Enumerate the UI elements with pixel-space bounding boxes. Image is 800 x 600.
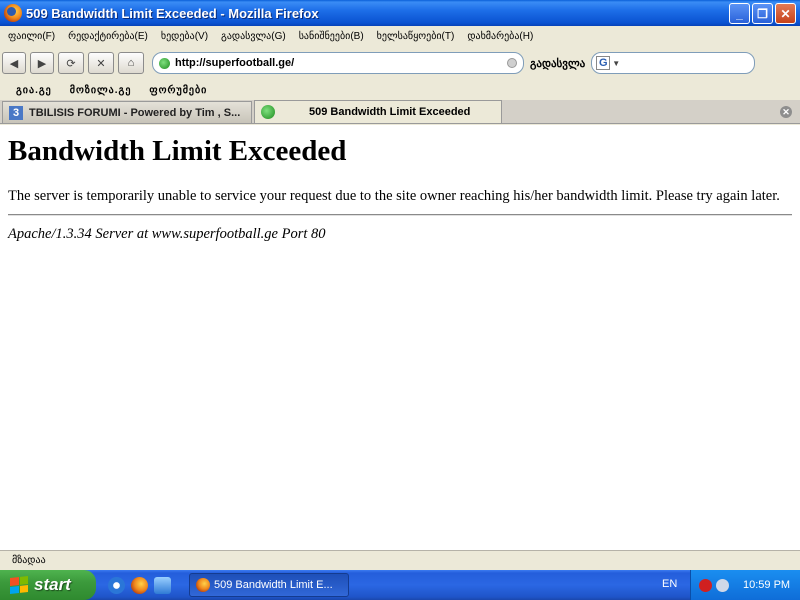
tab-bandwidth-exceeded[interactable]: 509 Bandwidth Limit Exceeded [254, 100, 502, 123]
window-title: 509 Bandwidth Limit Exceeded - Mozilla F… [26, 5, 319, 21]
firefox-icon[interactable] [131, 576, 148, 594]
page-content: Bandwidth Limit Exceeded The server is t… [0, 125, 800, 550]
internet-explorer-icon[interactable] [108, 576, 125, 594]
address-bar[interactable]: http://superfootball.ge/ [152, 52, 524, 74]
bookmark-gia-ge[interactable]: გია.გე [16, 85, 52, 96]
tab-label: 509 Bandwidth Limit Exceeded [309, 106, 471, 118]
bookmarks-toolbar: გია.გე მოზილა.გე ფორუმები [0, 80, 800, 100]
taskbar-firefox-window[interactable]: 509 Bandwidth Limit E... [189, 573, 349, 597]
reload-button[interactable]: ⟳ [58, 52, 84, 74]
page-heading: Bandwidth Limit Exceeded [8, 135, 347, 167]
tab-tbilisis-forumi[interactable]: 3 TBILISIS FORUMI - Powered by Tim , S..… [2, 101, 252, 123]
stop-button[interactable]: ✕ [88, 52, 114, 74]
menu-file[interactable]: ფაილი(F) [8, 31, 55, 42]
taskbar: start 509 Bandwidth Limit E... [0, 570, 800, 600]
volume-icon[interactable] [716, 578, 729, 592]
divider [8, 214, 792, 216]
menu-view[interactable]: ხედება(V) [161, 31, 208, 42]
search-box[interactable]: G ▼ [591, 52, 756, 74]
search-engine-dropdown-icon[interactable]: ▼ [612, 59, 620, 68]
close-tab-icon[interactable]: ✕ [780, 106, 792, 118]
google-search-engine-icon[interactable]: G [596, 56, 611, 70]
status-text: მზადაა [12, 555, 46, 566]
menu-tools[interactable]: ხელსაწყოები(T) [377, 31, 455, 42]
bookmark-mozila-ge[interactable]: მოზილა.გე [70, 85, 132, 96]
security-shield-icon[interactable] [699, 578, 712, 592]
forward-button[interactable]: ▶ [30, 52, 54, 74]
navigation-toolbar: ◀ ▶ ⟳ ✕ ⌂ http://superfootball.ge/ გადას… [0, 46, 800, 80]
menu-help[interactable]: დახმარება(H) [467, 31, 533, 42]
tab-label: TBILISIS FORUMI - Powered by Tim , S... [29, 106, 241, 119]
minimize-button[interactable]: _ [729, 3, 750, 24]
menu-bookmarks[interactable]: სანიშნეები(B) [299, 31, 364, 42]
windows-logo-icon [10, 576, 28, 594]
system-tray: 10:59 PM [690, 570, 800, 600]
firefox-icon [196, 578, 210, 592]
start-label: start [34, 575, 71, 594]
status-bar: მზადაა [0, 550, 800, 570]
language-indicator[interactable]: EN [662, 578, 677, 590]
task-label: 509 Bandwidth Limit E... [214, 579, 333, 591]
error-message: The server is temporarily unable to serv… [8, 188, 780, 204]
maximize-button[interactable]: ❐ [752, 3, 773, 24]
menu-go[interactable]: გადასვლა(G) [221, 31, 286, 42]
home-button[interactable]: ⌂ [118, 52, 144, 74]
globe-favicon-icon [261, 105, 275, 119]
show-desktop-icon[interactable] [154, 576, 171, 594]
tab-bar: 3 TBILISIS FORUMI - Powered by Tim , S..… [0, 100, 800, 124]
window-controls: _ ❐ ✕ [729, 3, 796, 24]
quick-launch [108, 576, 171, 594]
site-globe-icon [159, 57, 170, 69]
title-bar: 509 Bandwidth Limit Exceeded - Mozilla F… [0, 0, 800, 26]
start-button[interactable]: start [0, 570, 96, 600]
url-text[interactable]: http://superfootball.ge/ [175, 57, 294, 69]
menu-edit[interactable]: რედაქტირება(E) [68, 31, 148, 42]
go-button[interactable]: გადასვლა [530, 57, 585, 70]
bookmark-forums[interactable]: ფორუმები [149, 85, 207, 96]
url-go-icon[interactable] [507, 58, 517, 68]
close-button[interactable]: ✕ [775, 3, 796, 24]
server-signature: Apache/1.3.34 Server at www.superfootbal… [8, 226, 326, 242]
menu-bar: ფაილი(F) რედაქტირება(E) ხედება(V) გადასვ… [0, 26, 800, 46]
firefox-logo-icon [4, 4, 22, 22]
clock: 10:59 PM [743, 579, 791, 591]
forum-favicon-icon: 3 [9, 105, 23, 120]
back-button[interactable]: ◀ [2, 52, 26, 74]
